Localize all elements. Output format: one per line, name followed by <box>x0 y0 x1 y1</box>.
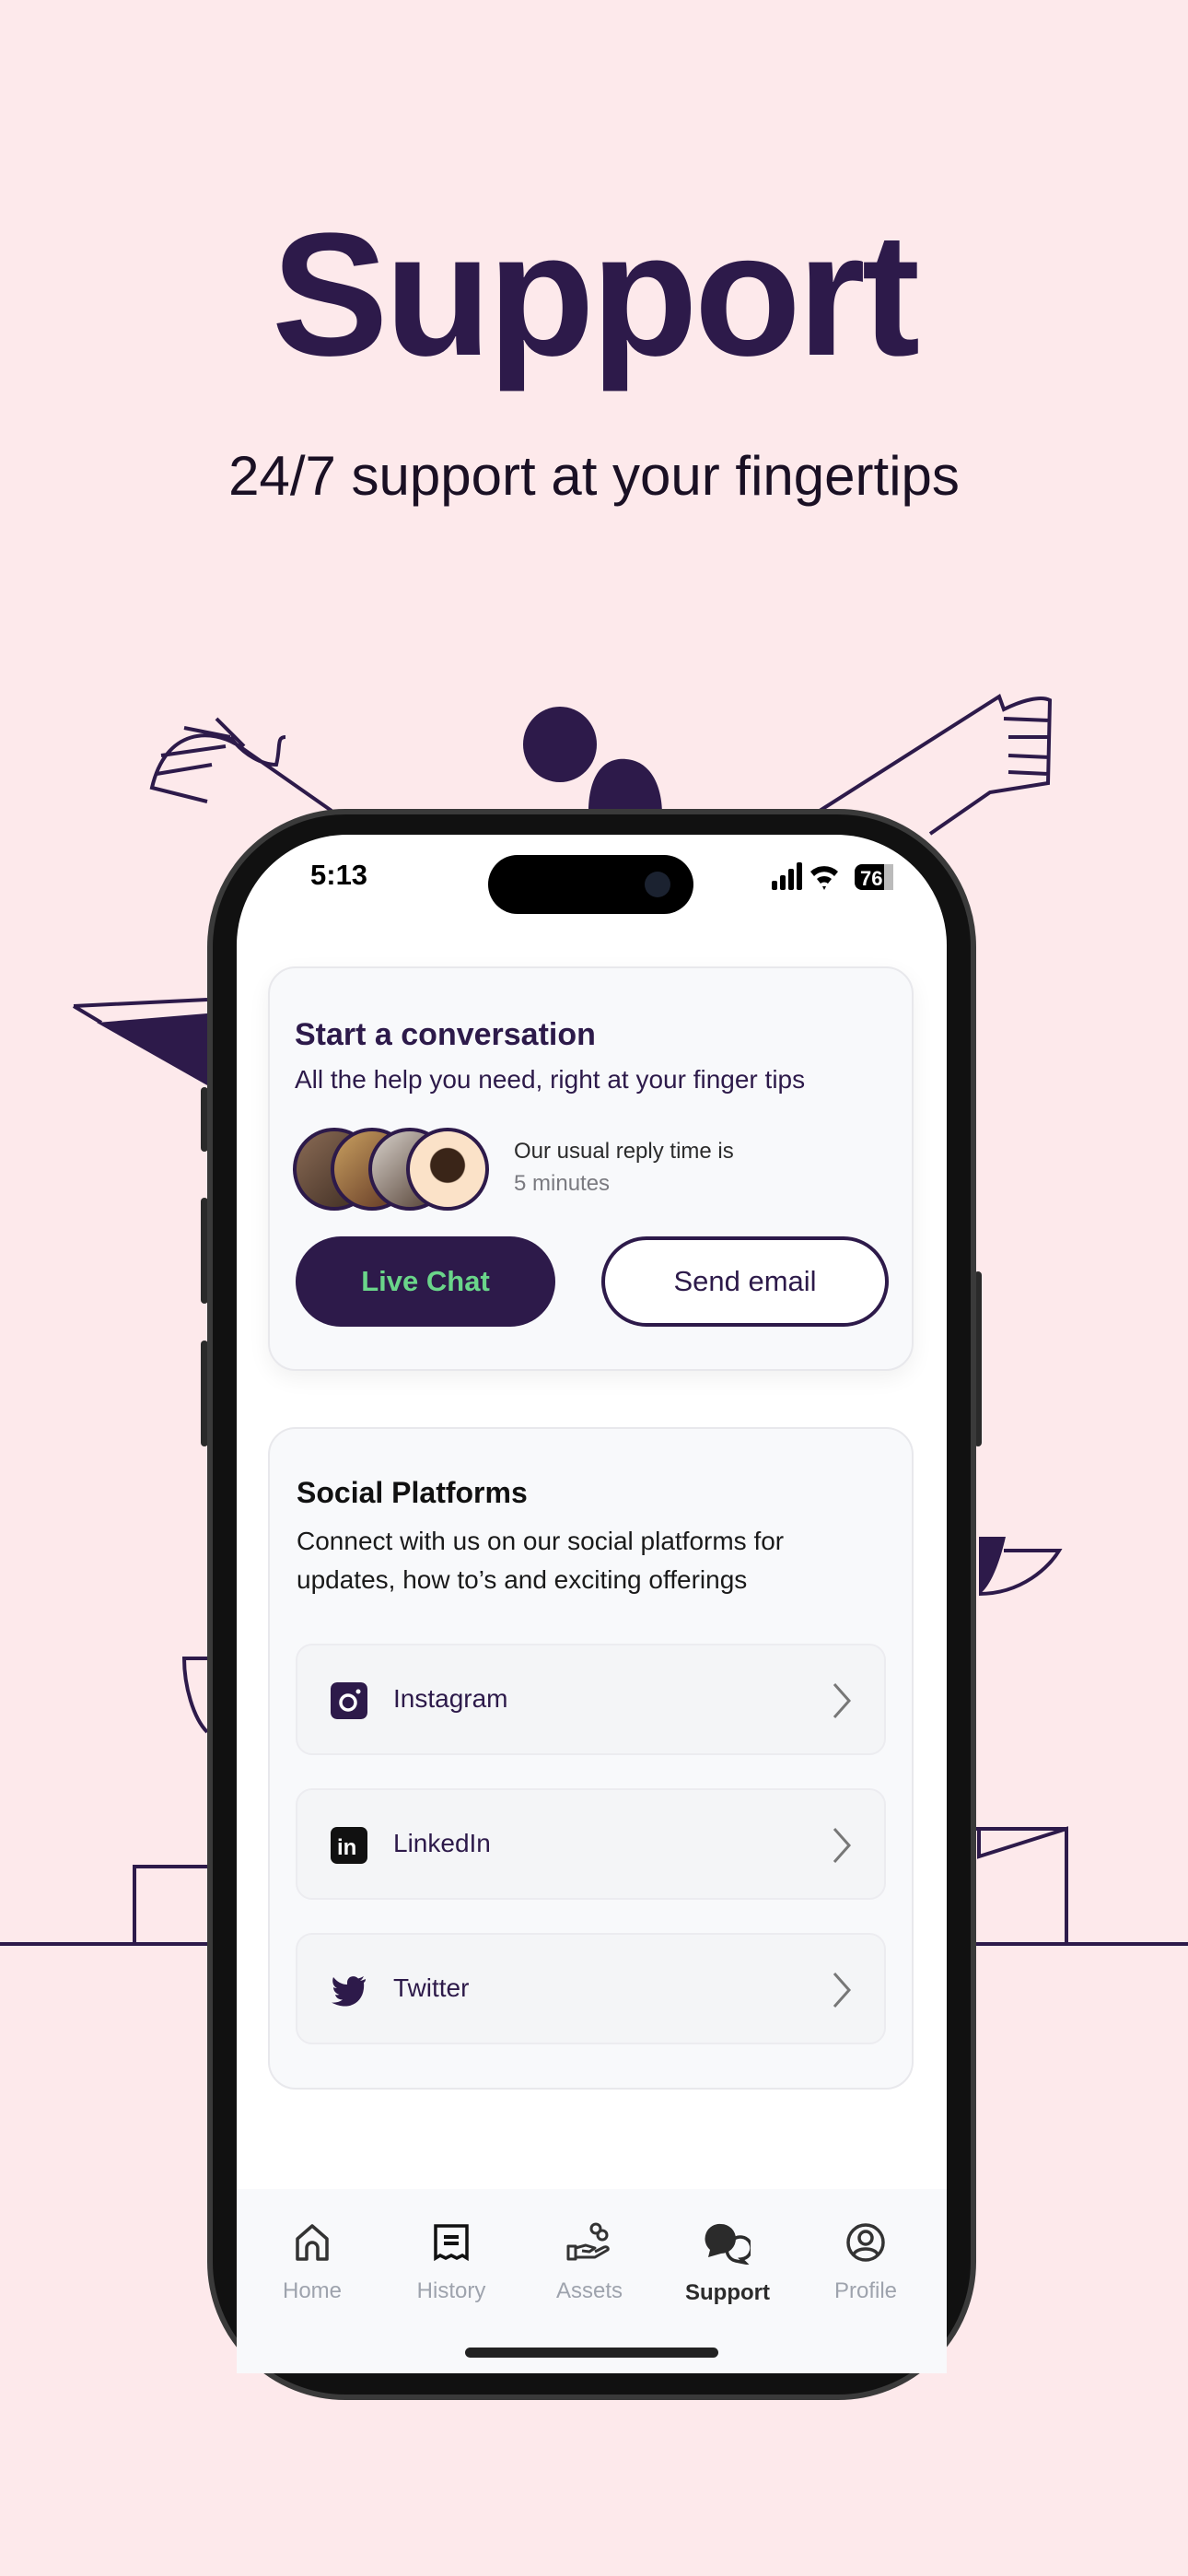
tab-label: Assets <box>555 2278 623 2303</box>
chevron-right-icon <box>833 1683 852 1718</box>
wifi-icon <box>810 866 838 890</box>
chat-bubbles-icon <box>705 2223 753 2266</box>
social-item-linkedin[interactable]: in LinkedIn <box>296 1788 886 1900</box>
home-indicator[interactable] <box>465 2348 718 2358</box>
social-item-instagram[interactable]: Instagram <box>296 1644 886 1755</box>
tab-support[interactable]: Support <box>658 2222 797 2306</box>
signal-icon <box>772 862 802 890</box>
user-circle-icon <box>846 2223 885 2262</box>
camera-icon <box>645 872 670 897</box>
tab-label: Support <box>685 2280 770 2305</box>
receipt-icon <box>434 2224 469 2262</box>
head-shape <box>523 707 597 782</box>
tab-home[interactable]: Home <box>243 2222 381 2304</box>
chevron-right-icon <box>833 1973 852 2008</box>
hand-coins-icon <box>566 2222 610 2261</box>
battery-level: 76 <box>860 867 882 890</box>
reply-time-label: Our usual reply time is <box>514 1139 734 1164</box>
status-time: 5:13 <box>310 859 368 891</box>
conversation-title: Start a conversation <box>295 1017 596 1052</box>
social-item-label: Twitter <box>393 1973 470 2002</box>
tab-history[interactable]: History <box>382 2222 520 2304</box>
agent-avatar <box>406 1128 489 1211</box>
social-item-label: Instagram <box>393 1684 508 1713</box>
conversation-subtitle: All the help you need, right at your fin… <box>295 1065 806 1094</box>
reply-time-value: 5 minutes <box>514 1171 611 1196</box>
tab-profile[interactable]: Profile <box>797 2222 935 2304</box>
social-item-label: LinkedIn <box>393 1829 491 1857</box>
live-chat-button[interactable]: Live Chat <box>296 1236 555 1327</box>
social-title: Social Platforms <box>297 1476 528 1509</box>
home-icon <box>296 2224 329 2261</box>
instagram-icon <box>331 1682 367 1719</box>
tab-label: History <box>416 2278 486 2303</box>
social-item-twitter[interactable]: Twitter <box>296 1933 886 2044</box>
social-description: Connect with us on our social platforms … <box>297 1527 785 1594</box>
tab-label: Home <box>282 2278 343 2303</box>
twitter-icon <box>332 1976 366 2007</box>
tab-label: Profile <box>833 2278 898 2303</box>
status-icons: 76 <box>772 862 893 890</box>
send-email-button[interactable]: Send email <box>601 1236 889 1327</box>
tab-assets[interactable]: Assets <box>520 2222 658 2304</box>
chevron-right-icon <box>833 1828 852 1863</box>
linkedin-icon: in <box>331 1827 367 1864</box>
svg-text:in: in <box>337 1835 356 1860</box>
